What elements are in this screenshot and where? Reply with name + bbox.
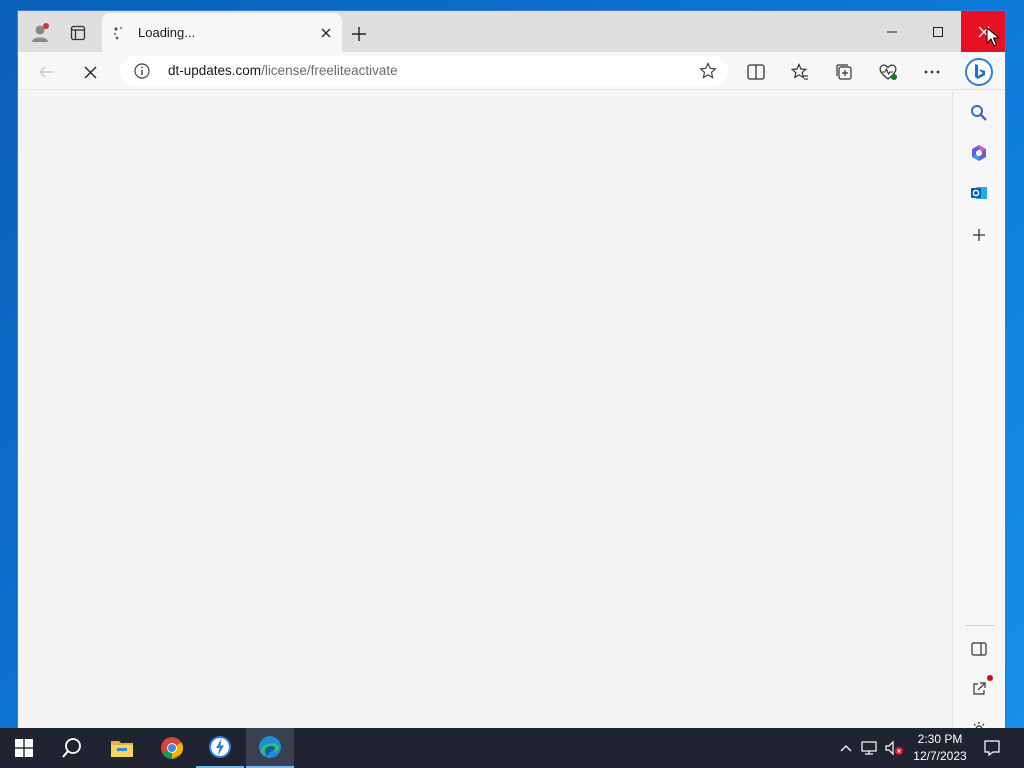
edge-icon (259, 736, 281, 758)
tab-close-button[interactable] (316, 23, 336, 43)
sidebar-add-app-button[interactable] (965, 221, 993, 249)
info-icon[interactable] (134, 63, 150, 79)
sidebar-search-button[interactable] (965, 99, 993, 127)
edge-browser-window: Loading... dt-updates.com/license/freeli… (17, 10, 1006, 728)
search-icon (971, 105, 987, 121)
page-content-area[interactable] (18, 91, 952, 728)
browser-essentials-icon (879, 64, 897, 80)
file-explorer-taskbar-button[interactable] (98, 728, 146, 768)
hide-sidebar-button[interactable] (965, 635, 993, 663)
plus-icon (352, 27, 366, 41)
browser-essentials-button[interactable] (874, 58, 902, 86)
action-center-button[interactable] (980, 736, 1004, 760)
outlook-icon (971, 187, 987, 199)
collections-button[interactable] (830, 58, 858, 86)
network-icon (861, 741, 877, 755)
sidebar-copilot-button[interactable] (965, 139, 993, 167)
favorites-button[interactable] (786, 58, 814, 86)
lightning-app-icon (209, 736, 231, 758)
title-bar: Loading... (18, 11, 1005, 52)
notification-dot-icon (987, 675, 993, 681)
minimize-icon (887, 31, 897, 32)
stop-icon (84, 66, 96, 78)
split-screen-icon (747, 64, 765, 80)
maximize-button[interactable] (915, 11, 961, 52)
hide-sidebar-icon (971, 642, 987, 656)
add-favorite-button[interactable] (694, 57, 722, 85)
url-path: /license/freeliteactivate (261, 63, 398, 78)
start-button[interactable] (0, 728, 48, 768)
new-tab-button[interactable] (346, 21, 372, 47)
settings-and-more-button[interactable] (918, 58, 946, 86)
clock-date: 12/7/2023 (913, 749, 967, 763)
profile-icon (32, 23, 49, 42)
windows-start-icon (15, 739, 33, 757)
copilot-icon (972, 145, 986, 161)
tab-title: Loading... (138, 25, 196, 40)
close-icon (321, 28, 331, 38)
more-icon (924, 70, 940, 74)
sidebar-divider (965, 625, 995, 626)
back-button[interactable] (32, 58, 60, 86)
pinned-app-taskbar-button[interactable] (196, 728, 244, 768)
url-text: dt-updates.com/license/freeliteactivate (168, 63, 398, 78)
split-screen-button[interactable] (742, 58, 770, 86)
mouse-cursor-icon (986, 27, 1000, 47)
sidebar-settings-button[interactable] (965, 715, 993, 728)
maximize-icon (933, 26, 943, 37)
collections-icon (836, 64, 852, 80)
taskbar-clock[interactable]: 2:30 PM 12/7/2023 (910, 731, 970, 765)
stop-loading-button[interactable] (76, 58, 104, 86)
active-tab[interactable]: Loading... (102, 13, 342, 52)
chevron-up-icon (840, 745, 852, 752)
volume-muted-icon (885, 740, 903, 756)
edge-sidebar (952, 91, 1005, 728)
star-icon (699, 62, 717, 79)
address-bar[interactable]: dt-updates.com/license/freeliteactivate (120, 56, 728, 86)
chrome-icon (161, 737, 183, 759)
sidebar-outlook-button[interactable] (965, 179, 993, 207)
edge-taskbar-button[interactable] (246, 728, 294, 768)
bing-icon (965, 58, 993, 86)
loading-spinner-icon (113, 26, 123, 40)
chrome-taskbar-button[interactable] (148, 728, 196, 768)
tab-actions-icon (70, 25, 86, 41)
show-hidden-icons-button[interactable] (836, 738, 856, 758)
back-arrow-icon (39, 66, 53, 78)
open-in-window-button[interactable] (965, 675, 993, 703)
windows-taskbar: 2:30 PM 12/7/2023 (0, 728, 1024, 768)
minimize-button[interactable] (869, 11, 915, 52)
navigation-toolbar: dt-updates.com/license/freeliteactivate (18, 52, 1005, 90)
volume-tray-button[interactable] (884, 738, 904, 758)
tab-actions-button[interactable] (64, 19, 92, 47)
url-host: dt-updates.com (168, 63, 262, 78)
network-tray-button[interactable] (860, 738, 880, 758)
notification-icon (984, 740, 1000, 757)
settings-gear-icon (973, 722, 985, 728)
taskbar-search-button[interactable] (48, 728, 96, 768)
bing-chat-button[interactable] (962, 55, 996, 89)
clock-time: 2:30 PM (917, 732, 963, 746)
external-link-icon (973, 682, 986, 695)
plus-icon (973, 229, 985, 241)
search-icon (62, 738, 81, 758)
profile-button[interactable] (26, 19, 54, 47)
file-explorer-icon (111, 741, 133, 757)
favorites-icon (791, 63, 808, 80)
